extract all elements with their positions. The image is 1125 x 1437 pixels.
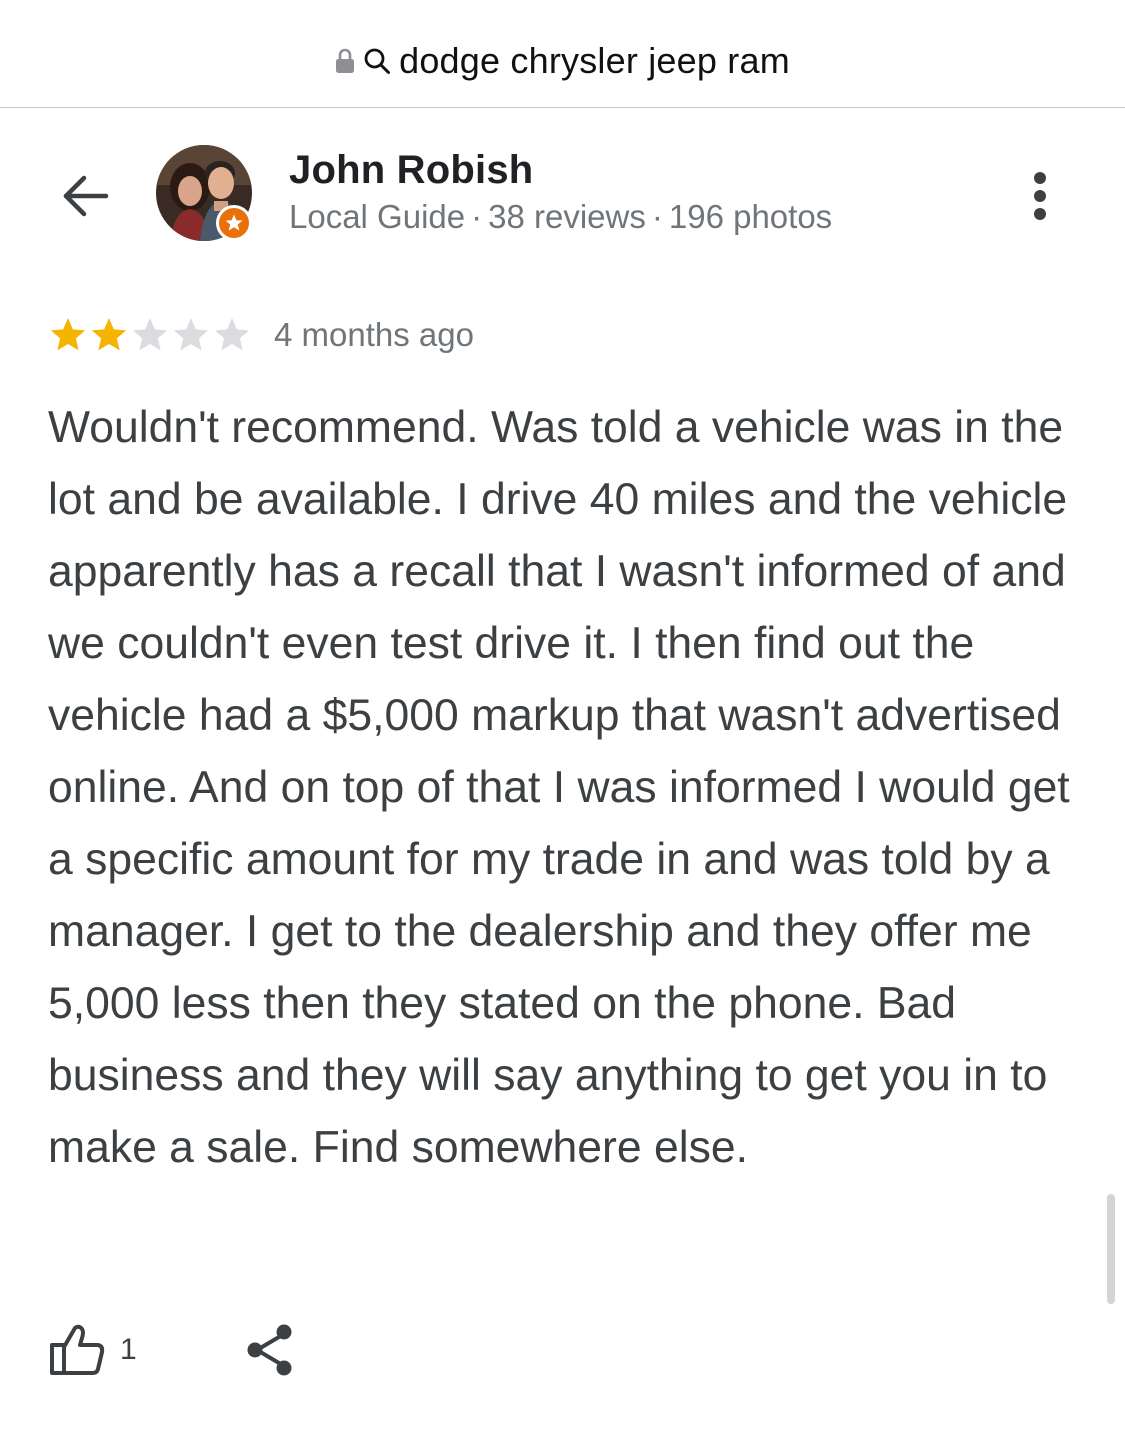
star-empty-icon (214, 318, 250, 351)
meta-separator: · (651, 198, 663, 235)
more-vertical-icon (1034, 172, 1046, 184)
star-empty-icon (173, 318, 209, 351)
star-rating (48, 315, 252, 355)
meta-separator: · (471, 198, 483, 235)
share-icon (247, 1324, 292, 1376)
scrollbar[interactable] (1107, 1194, 1115, 1304)
more-options-button[interactable] (1016, 164, 1064, 228)
star-empty-icon (132, 318, 168, 351)
like-button[interactable]: 1 (48, 1318, 137, 1382)
review-date: 4 months ago (274, 316, 474, 353)
star-filled-icon (50, 318, 86, 351)
search-icon (364, 48, 391, 74)
rating-row: 4 months ago (48, 313, 474, 357)
review-text: Wouldn't recommend. Was told a vehicle w… (48, 403, 1070, 1172)
url-bar[interactable]: dodge chrysler jeep ram (0, 0, 1125, 108)
star-filled-icon (91, 318, 127, 351)
arrow-back-icon (63, 175, 109, 217)
reviewer-meta: Local Guide · 38 reviews · 196 photos (289, 198, 832, 236)
reviewer-review-count: 38 reviews (488, 198, 646, 235)
thumbs-up-icon (50, 1324, 105, 1375)
url-text: dodge chrysler jeep ram (399, 40, 790, 81)
back-button[interactable] (52, 164, 116, 228)
local-guide-badge-icon (216, 205, 252, 241)
share-button[interactable] (238, 1318, 302, 1382)
reviewer-name[interactable]: John Robish (289, 148, 533, 193)
reviewer-level: Local Guide (289, 198, 466, 235)
lock-icon (336, 48, 355, 73)
reviewer-photo-count: 196 photos (668, 198, 833, 235)
like-count: 1 (120, 1333, 137, 1366)
